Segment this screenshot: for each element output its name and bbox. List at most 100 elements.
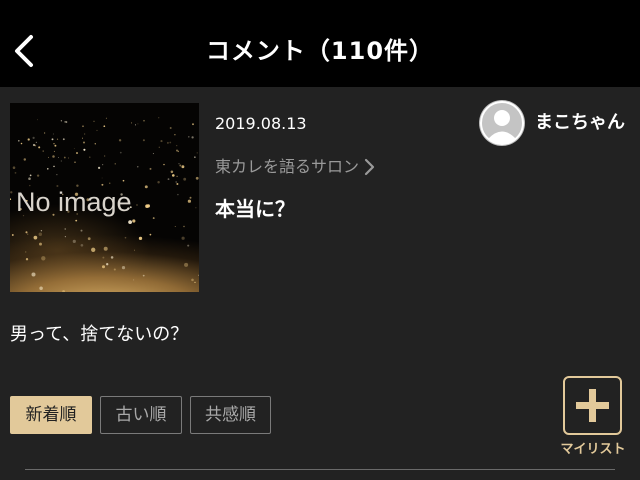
sort-newest-button[interactable]: 新着順 <box>10 396 92 434</box>
sparkle-dot <box>101 183 104 186</box>
sparkle-dot <box>87 237 91 241</box>
sparkle-dot <box>84 133 86 135</box>
sparkle-dot <box>181 165 185 169</box>
sparkle-dot <box>101 265 106 269</box>
sparkle-dot <box>119 151 122 154</box>
sparkle-dot <box>89 156 91 158</box>
sparkle-dot <box>32 136 35 140</box>
sparkle-dot <box>14 172 17 174</box>
sparkle-dot <box>53 165 55 168</box>
sparkle-dot <box>56 138 59 140</box>
sparkle-dot <box>122 179 125 182</box>
category-link[interactable]: 東カレを語るサロン <box>215 155 375 179</box>
sparkle-dot <box>80 229 83 232</box>
sparkle-dot <box>74 161 76 164</box>
sparkle-dot <box>62 290 65 292</box>
sparkle-dot <box>80 243 84 247</box>
sparkle-dot <box>72 239 76 243</box>
sparkle-dot <box>82 141 86 144</box>
sparkle-dot <box>176 183 179 185</box>
sparkle-dot <box>97 166 101 170</box>
sparkle-dot <box>62 138 65 141</box>
sort-empathy-button[interactable]: 共感順 <box>190 396 271 434</box>
sparkle-dot <box>131 122 133 124</box>
sparkle-dot <box>60 120 63 122</box>
sparkle-dot <box>47 168 49 170</box>
sparkle-dot <box>93 120 95 122</box>
sparkle-dot <box>109 182 111 184</box>
sparkle-dot <box>24 251 27 253</box>
sparkle-dot <box>102 164 104 166</box>
sparkle-dot <box>57 156 60 159</box>
sparkle-dot <box>37 119 38 121</box>
sparkle-dot <box>149 233 152 236</box>
sparkle-dot <box>124 236 127 239</box>
sparkle-dot <box>29 174 32 177</box>
sparkle-dot <box>183 177 187 181</box>
sparkle-dot <box>134 249 135 251</box>
sparkle-dot <box>149 167 152 170</box>
sparkle-dot <box>82 125 84 128</box>
sparkle-dot <box>81 137 84 139</box>
sparkle-dot <box>114 163 116 165</box>
sparkle-dot <box>64 228 66 230</box>
post-thumbnail: No image <box>10 103 199 292</box>
sparkle-dot <box>27 138 30 141</box>
sparkle-dot <box>43 132 46 134</box>
no-image-label: No image <box>16 187 132 217</box>
add-mylist-button[interactable] <box>563 376 622 435</box>
sparkle-dot <box>137 166 139 168</box>
sparkle-dot <box>10 191 13 194</box>
sparkle-dot <box>138 236 143 241</box>
sparkle-dot <box>28 177 31 180</box>
sparkle-dot <box>34 144 37 147</box>
avatar[interactable] <box>479 100 525 146</box>
sparkle-dot <box>196 152 198 154</box>
sparkle-dot <box>169 141 172 144</box>
sparkle-dot <box>27 233 29 235</box>
app-header: コメント（110件） <box>0 0 640 87</box>
sparkle-dot <box>25 258 29 261</box>
sparkle-dot <box>51 138 54 141</box>
sparkle-dot <box>184 262 189 267</box>
sparkle-dot <box>25 231 28 234</box>
sparkle-dot <box>36 174 40 177</box>
sparkle-dot <box>167 178 170 181</box>
plus-icon <box>576 389 609 422</box>
sparkle-dot <box>47 156 50 158</box>
sparkle-dot <box>166 141 169 144</box>
mylist-label: マイリスト <box>560 442 626 457</box>
sparkle-dot <box>54 144 57 147</box>
sparkle-dot <box>133 279 135 281</box>
sparkle-dot <box>175 181 177 183</box>
sparkle-dot <box>178 163 180 165</box>
sparkle-dot <box>176 175 178 178</box>
post-title: 本当に？ <box>215 197 295 221</box>
sparkle-dot <box>152 217 155 220</box>
username[interactable]: まこちゃん <box>535 111 625 135</box>
sparkle-dot <box>75 219 78 222</box>
sparkle-dot <box>23 158 27 161</box>
sparkle-dot <box>39 242 42 246</box>
sparkle-dot <box>118 139 122 142</box>
sparkle-dot <box>169 127 172 129</box>
sparkle-dot <box>52 155 55 158</box>
sparkle-dot <box>121 266 126 270</box>
sparkle-dot <box>73 148 75 150</box>
divider <box>25 469 615 470</box>
sparkle-dot <box>18 140 20 142</box>
sparkle-dot <box>192 123 194 126</box>
sparkle-dot <box>142 274 145 277</box>
sparkle-dot <box>94 143 96 145</box>
sparkle-dot <box>160 140 163 143</box>
chevron-right-icon <box>364 158 375 176</box>
sparkle-dot <box>105 117 107 119</box>
sparkle-dot <box>152 153 154 155</box>
sparkle-dot <box>104 155 106 157</box>
sparkle-dot <box>110 256 114 259</box>
sort-oldest-button[interactable]: 古い順 <box>100 396 182 434</box>
sparkle-dot <box>40 230 43 232</box>
category-label: 東カレを語るサロン <box>215 157 360 176</box>
sparkle-dot <box>39 286 43 291</box>
sparkle-dot <box>41 256 46 261</box>
